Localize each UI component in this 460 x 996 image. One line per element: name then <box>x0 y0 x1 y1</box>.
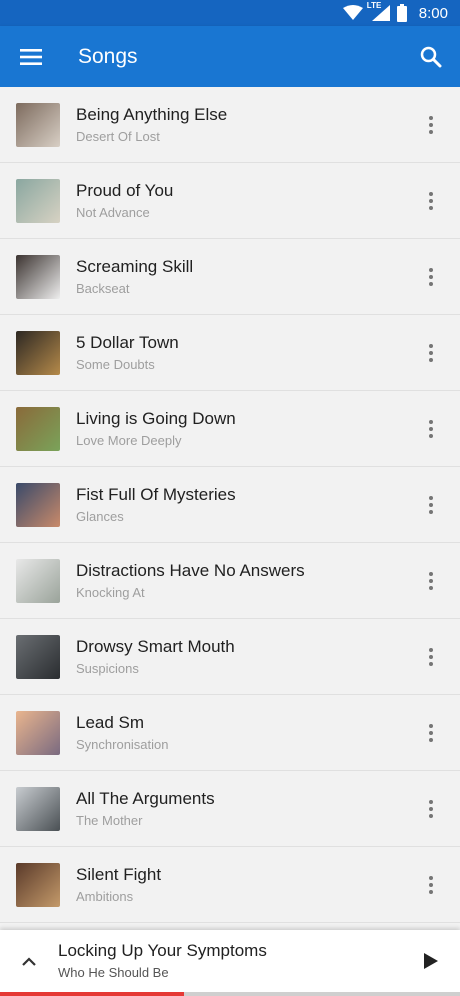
more-options-icon[interactable] <box>402 87 460 163</box>
more-options-icon[interactable] <box>402 695 460 771</box>
more-options-icon[interactable] <box>402 163 460 239</box>
song-title: Silent Fight <box>76 864 162 884</box>
song-title: Being Anything Else <box>76 104 228 124</box>
song-artist: Backseat <box>76 280 130 296</box>
song-row[interactable]: Proud of You Not Advance <box>0 163 460 239</box>
song-title: Drowsy Smart Mouth <box>76 636 235 656</box>
clock: 8:00 <box>418 4 448 22</box>
song-row[interactable]: All The Arguments The Mother <box>0 771 460 847</box>
battery-icon <box>396 4 407 22</box>
page-title: Songs <box>78 44 138 68</box>
song-row[interactable]: Being Anything Else Desert Of Lost <box>0 87 460 163</box>
more-options-icon[interactable] <box>402 619 460 695</box>
song-title: Distractions Have No Answers <box>76 560 305 580</box>
more-options-icon[interactable] <box>402 543 460 619</box>
album-art-thumbnail <box>16 330 60 375</box>
network-type-label: LTE <box>366 1 382 10</box>
album-art-thumbnail <box>16 634 60 679</box>
song-artist: Ambitions <box>76 888 134 904</box>
more-options-icon[interactable] <box>402 771 460 847</box>
song-artist: Knocking At <box>76 584 145 600</box>
song-artist: The Mother <box>76 812 143 828</box>
album-art-thumbnail <box>16 786 60 831</box>
song-artist: Not Advance <box>76 204 150 220</box>
status-bar: LTE 8:00 <box>0 0 460 26</box>
song-row[interactable]: Screaming Skill Backseat <box>0 239 460 315</box>
now-playing-bar[interactable]: Locking Up Your Symptoms Who He Should B… <box>0 930 460 996</box>
album-art-thumbnail <box>16 862 60 907</box>
song-artist: Synchronisation <box>76 736 169 752</box>
album-art-thumbnail <box>16 102 60 147</box>
song-title: Screaming Skill <box>76 256 194 276</box>
song-row[interactable]: Living is Going Down Love More Deeply <box>0 391 460 467</box>
more-options-icon[interactable] <box>402 239 460 315</box>
app-bar: Songs <box>0 26 460 87</box>
cell-signal-icon: LTE <box>366 1 391 22</box>
search-icon[interactable] <box>402 26 460 87</box>
more-options-icon[interactable] <box>402 467 460 543</box>
song-artist: Glances <box>76 508 124 524</box>
song-row[interactable]: Drowsy Smart Mouth Suspicions <box>0 619 460 695</box>
song-row[interactable]: 5 Dollar Town Some Doubts <box>0 315 460 391</box>
now-playing-title: Locking Up Your Symptoms <box>58 941 267 960</box>
more-options-icon[interactable] <box>402 315 460 391</box>
song-title: Fist Full Of Mysteries <box>76 484 236 504</box>
album-art-thumbnail <box>16 558 60 603</box>
album-art-thumbnail <box>16 406 60 451</box>
play-icon[interactable] <box>402 930 460 992</box>
song-row[interactable]: Distractions Have No Answers Knocking At <box>0 543 460 619</box>
song-title: Proud of You <box>76 180 174 200</box>
more-options-icon[interactable] <box>402 847 460 923</box>
song-row[interactable]: Lead Sm Synchronisation <box>0 695 460 771</box>
album-art-thumbnail <box>16 710 60 755</box>
song-row[interactable]: Fist Full Of Mysteries Glances <box>0 467 460 543</box>
more-options-icon[interactable] <box>402 391 460 467</box>
playback-progress-bar[interactable] <box>0 992 460 996</box>
song-row[interactable]: Silent Fight Ambitions <box>0 847 460 923</box>
song-artist: Suspicions <box>76 660 139 676</box>
song-title: Living is Going Down <box>76 408 236 428</box>
song-title: All The Arguments <box>76 788 215 808</box>
song-list: Being Anything Else Desert Of Lost Proud o… <box>0 87 460 923</box>
album-art-thumbnail <box>16 482 60 527</box>
song-artist: Desert Of Lost <box>76 128 160 144</box>
song-artist: Love More Deeply <box>76 432 182 448</box>
song-title: Lead Sm <box>76 712 145 732</box>
hamburger-menu-icon[interactable] <box>0 26 62 87</box>
now-playing-artist: Who He Should Be <box>58 965 169 980</box>
album-art-thumbnail <box>16 254 60 299</box>
song-artist: Some Doubts <box>76 356 155 372</box>
song-title: 5 Dollar Town <box>76 332 179 352</box>
album-art-thumbnail <box>16 178 60 223</box>
wifi-icon <box>342 5 363 21</box>
playback-progress-fill <box>0 992 184 996</box>
chevron-up-icon[interactable] <box>0 930 58 992</box>
